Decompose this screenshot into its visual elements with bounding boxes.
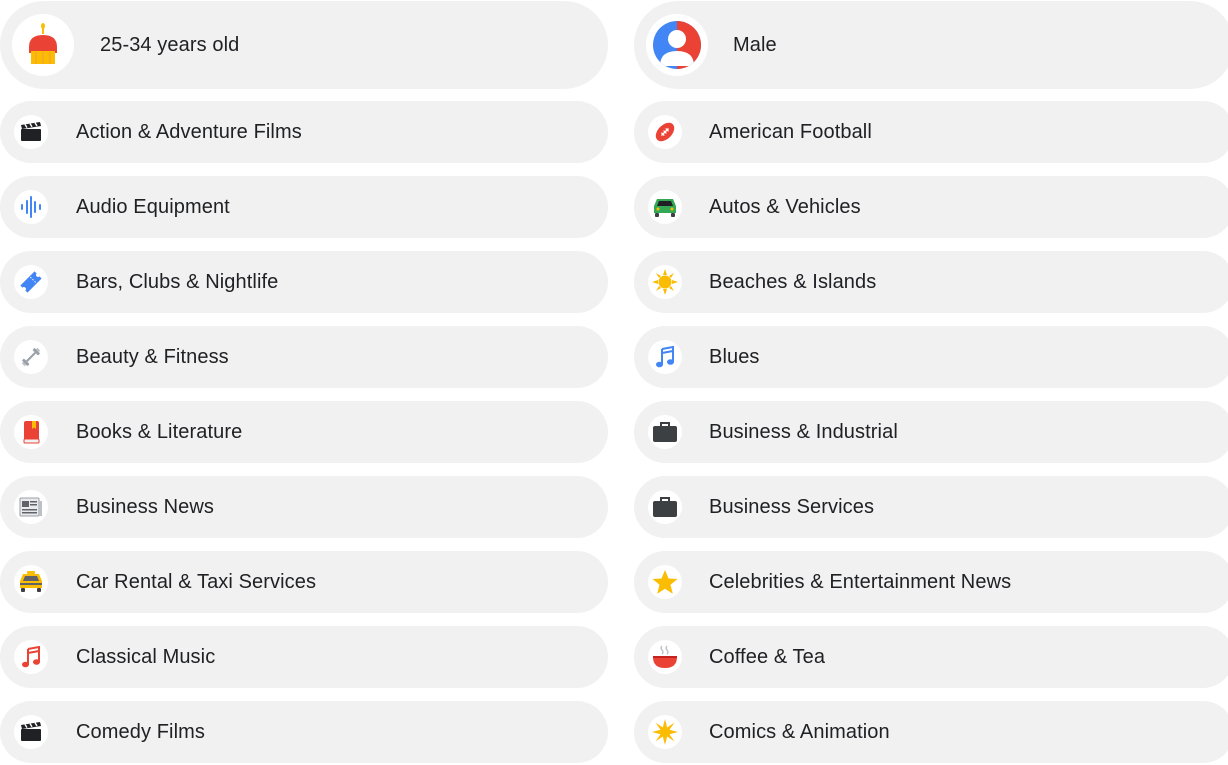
- interest-item-classical-music[interactable]: Classical Music: [0, 626, 608, 688]
- interest-label: American Football: [709, 120, 872, 143]
- interest-item-car-rental-taxi[interactable]: Car Rental & Taxi Services: [0, 551, 608, 613]
- interest-label: Audio Equipment: [76, 195, 230, 218]
- newspaper-icon: [14, 490, 48, 524]
- interest-label: Business Services: [709, 495, 875, 518]
- clapperboard-icon: [14, 115, 48, 149]
- age-range-chip[interactable]: 25-34 years old: [0, 1, 608, 89]
- interest-label: Car Rental & Taxi Services: [76, 570, 317, 593]
- interest-item-comics-animation[interactable]: Comics & Animation: [634, 701, 1228, 763]
- music-note-icon: [14, 640, 48, 674]
- interest-item-action-adventure-films[interactable]: Action & Adventure Films: [0, 101, 608, 163]
- interest-label: Action & Adventure Films: [76, 120, 302, 143]
- interest-item-american-football[interactable]: American Football: [634, 101, 1228, 163]
- briefcase-icon: [648, 490, 682, 524]
- music-note-icon: [648, 340, 682, 374]
- starburst-icon: [648, 715, 682, 749]
- interest-item-beauty-fitness[interactable]: Beauty & Fitness: [0, 326, 608, 388]
- football-icon: [648, 115, 682, 149]
- interest-label: Comics & Animation: [709, 720, 890, 743]
- coffee-cup-icon: [648, 640, 682, 674]
- interest-item-books-literature[interactable]: Books & Literature: [0, 401, 608, 463]
- gender-label: Male: [733, 33, 777, 56]
- interest-label: Celebrities & Entertainment News: [709, 570, 1012, 593]
- clapperboard-icon: [14, 715, 48, 749]
- person-icon: [646, 14, 708, 76]
- age-range-label: 25-34 years old: [100, 33, 240, 56]
- star-icon: [648, 565, 682, 599]
- interest-label: Autos & Vehicles: [709, 195, 861, 218]
- birthday-cake-icon: [12, 14, 74, 76]
- interest-item-business-services[interactable]: Business Services: [634, 476, 1228, 538]
- dumbbell-icon: [14, 340, 48, 374]
- interest-label: Bars, Clubs & Nightlife: [76, 270, 279, 293]
- car-icon: [648, 190, 682, 224]
- interest-item-celebrities-entertainment-news[interactable]: Celebrities & Entertainment News: [634, 551, 1228, 613]
- briefcase-icon: [648, 415, 682, 449]
- interest-label: Comedy Films: [76, 720, 205, 743]
- interest-label: Beaches & Islands: [709, 270, 877, 293]
- interest-item-coffee-tea[interactable]: Coffee & Tea: [634, 626, 1228, 688]
- interest-item-audio-equipment[interactable]: Audio Equipment: [0, 176, 608, 238]
- interest-label: Books & Literature: [76, 420, 243, 443]
- interest-label: Business News: [76, 495, 215, 518]
- book-icon: [14, 415, 48, 449]
- interest-item-bars-clubs-nightlife[interactable]: Bars, Clubs & Nightlife: [0, 251, 608, 313]
- interest-label: Classical Music: [76, 645, 216, 668]
- interest-item-business-industrial[interactable]: Business & Industrial: [634, 401, 1228, 463]
- ticket-icon: [14, 265, 48, 299]
- interest-item-business-news[interactable]: Business News: [0, 476, 608, 538]
- interest-label: Business & Industrial: [709, 420, 898, 443]
- audio-waveform-icon: [14, 190, 48, 224]
- interest-label: Blues: [709, 345, 760, 368]
- gender-chip[interactable]: Male: [634, 1, 1228, 89]
- interest-item-beaches-islands[interactable]: Beaches & Islands: [634, 251, 1228, 313]
- interest-item-blues[interactable]: Blues: [634, 326, 1228, 388]
- interest-label: Coffee & Tea: [709, 645, 826, 668]
- sun-icon: [648, 265, 682, 299]
- interest-item-comedy-films[interactable]: Comedy Films: [0, 701, 608, 763]
- interest-item-autos-vehicles[interactable]: Autos & Vehicles: [634, 176, 1228, 238]
- interest-label: Beauty & Fitness: [76, 345, 229, 368]
- taxi-icon: [14, 565, 48, 599]
